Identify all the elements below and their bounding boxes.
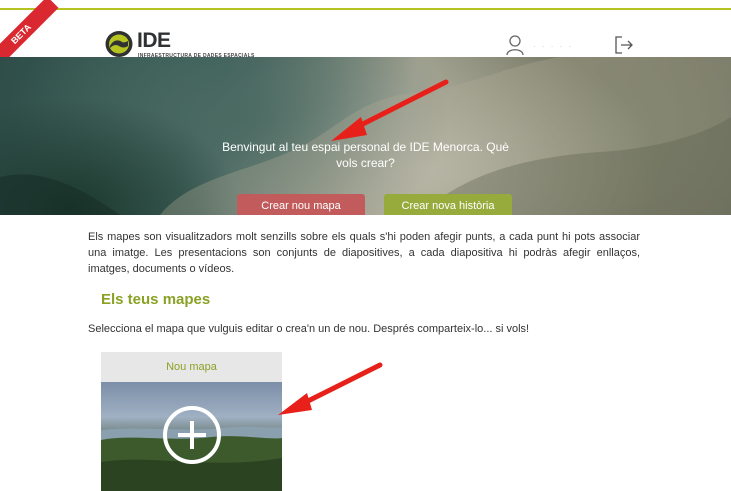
maps-section-title: Els teus mapes	[101, 291, 211, 308]
new-map-label: Nou mapa	[101, 352, 282, 382]
intro-text: Els mapes son visualitzadors molt senzil…	[88, 231, 640, 275]
annotation-arrow-top	[331, 79, 449, 141]
new-map-thumbnail[interactable]	[101, 382, 282, 491]
create-story-button[interactable]: Crear nova història	[384, 194, 512, 215]
logout-icon[interactable]	[613, 34, 635, 56]
user-name[interactable]: · · · · ·	[533, 42, 573, 51]
user-icon[interactable]	[505, 34, 525, 56]
hero-banner: Benvingut al teu espai personal de IDE M…	[0, 57, 731, 215]
logo-icon	[105, 31, 133, 57]
new-map-card[interactable]: Nou mapa	[101, 352, 282, 491]
maps-section-subtitle: Selecciona el mapa que vulguis editar o …	[88, 323, 530, 335]
annotation-arrow-bottom	[278, 362, 383, 415]
add-circle-icon[interactable]	[163, 406, 221, 464]
create-map-button[interactable]: Crear nou mapa	[237, 194, 365, 215]
header: BETA IDE menorca INFRAESTRUCTURA DE DADE…	[0, 0, 731, 76]
logo[interactable]: IDE menorca INFRAESTRUCTURA DE DADES ESP…	[104, 28, 254, 76]
